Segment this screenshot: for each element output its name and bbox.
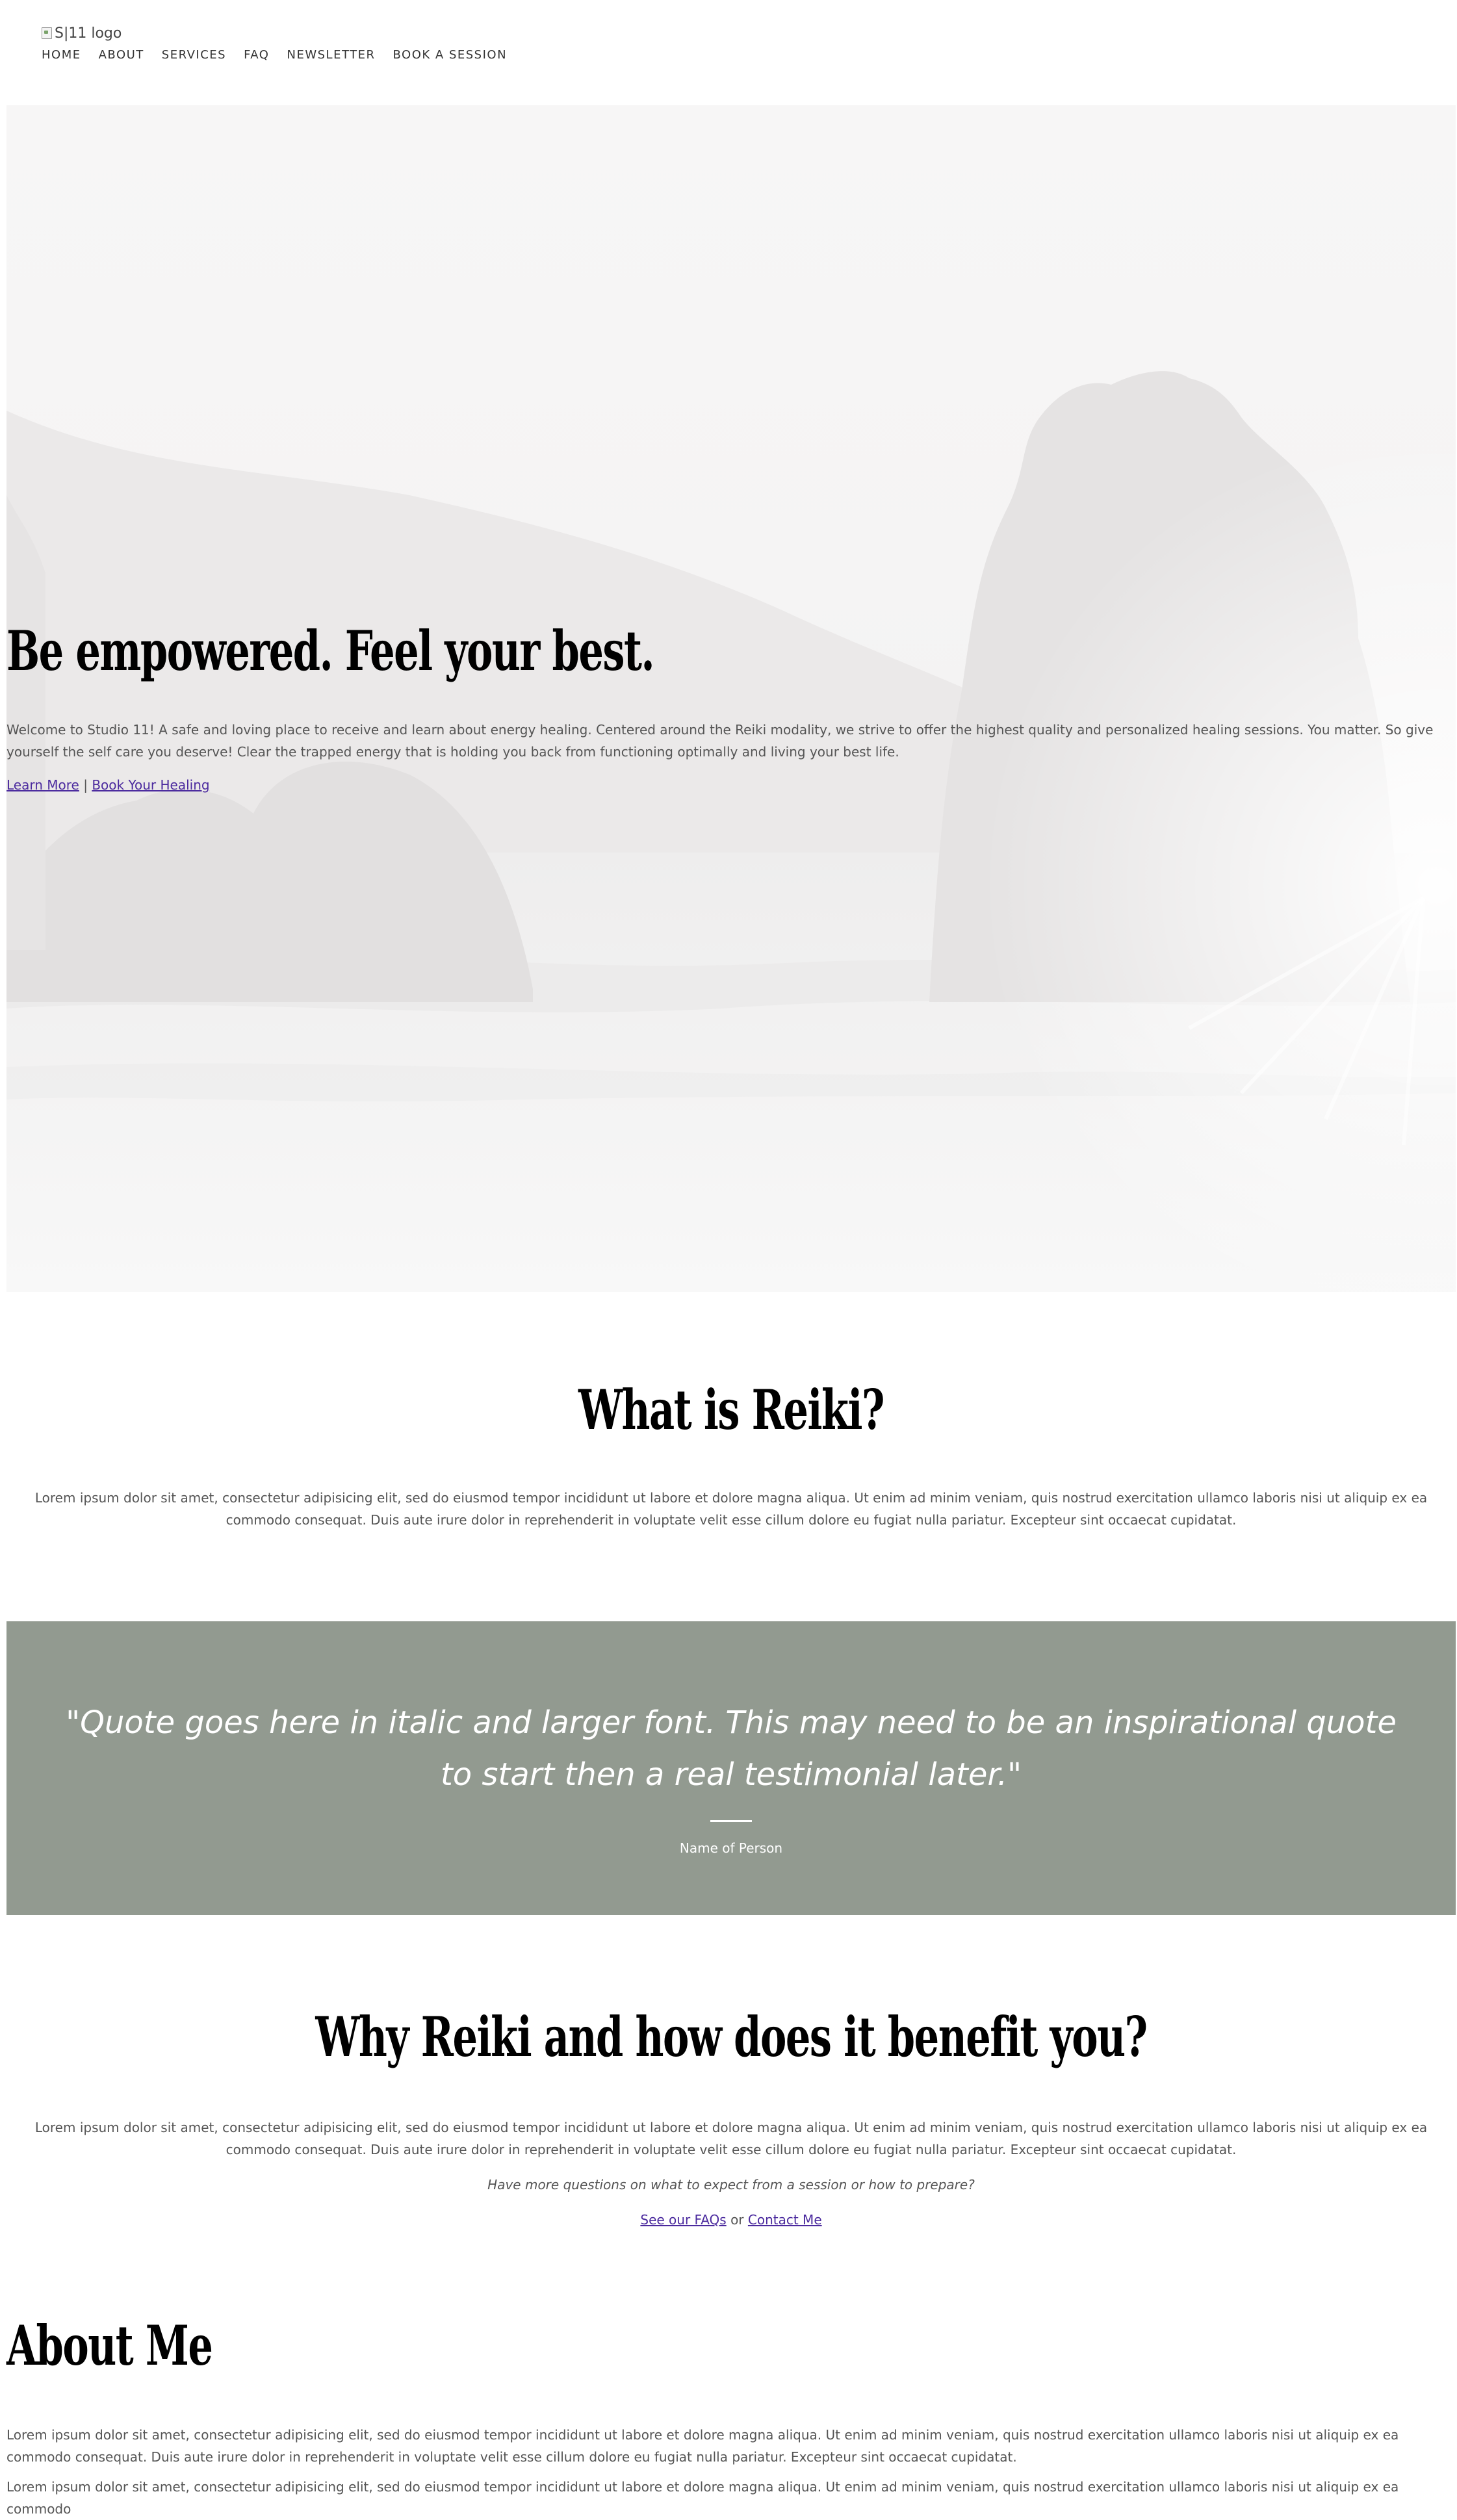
faq-contact-links: See our FAQs or Contact Me — [6, 2209, 1456, 2231]
nav-services[interactable]: SERVICES — [162, 48, 226, 62]
what-is-reiki-text: Lorem ipsum dolor sit amet, consectetur … — [34, 1490, 1428, 1528]
nav-faq[interactable]: FAQ — [244, 48, 269, 62]
why-reiki-heading: Why Reiki and how does it benefit you? — [315, 2005, 1148, 2069]
learn-more-link[interactable]: Learn More — [6, 777, 79, 793]
nav-about[interactable]: ABOUT — [99, 48, 144, 62]
why-reiki-section: Why Reiki and how does it benefit you? L… — [6, 1998, 1456, 2231]
about-me-heading: About Me — [6, 2313, 213, 2378]
contact-me-link[interactable]: Contact Me — [748, 2212, 822, 2228]
site-header: S|11 logo HOME ABOUT SERVICES FAQ NEWSLE… — [42, 23, 507, 62]
broken-image-icon — [42, 27, 52, 39]
page: S|11 logo HOME ABOUT SERVICES FAQ NEWSLE… — [0, 0, 1457, 2517]
main-nav: HOME ABOUT SERVICES FAQ NEWSLETTER BOOK … — [42, 48, 507, 62]
about-me-section: About Me Lorem ipsum dolor sit amet, con… — [6, 2307, 1456, 2520]
quote-text: "Quote goes here in italic and larger fo… — [66, 1704, 1397, 1793]
about-paragraph: Lorem ipsum dolor sit amet, consectetur … — [6, 2479, 1399, 2517]
testimonial-quote-band: "Quote goes here in italic and larger fo… — [6, 1621, 1456, 1915]
about-paragraph: Lorem ipsum dolor sit amet, consectetur … — [6, 2427, 1399, 2465]
nav-book-a-session[interactable]: BOOK A SESSION — [393, 48, 508, 62]
why-reiki-text: Lorem ipsum dolor sit amet, consectetur … — [34, 2120, 1428, 2157]
link-separator: | — [83, 777, 88, 793]
hero-links: Learn More | Book Your Healing — [6, 777, 1456, 793]
site-logo[interactable]: S|11 logo — [42, 23, 507, 43]
quote-author: Name of Person — [679, 1840, 783, 1856]
questions-prompt: Have more questions on what to expect fr… — [487, 2177, 975, 2192]
nav-home[interactable]: HOME — [42, 48, 81, 62]
book-your-healing-link[interactable]: Book Your Healing — [92, 777, 209, 793]
see-faqs-link[interactable]: See our FAQs — [640, 2212, 726, 2228]
quote-divider — [710, 1820, 752, 1822]
hero-title: Be empowered. Feel your best. — [6, 619, 655, 683]
hero-content: Be empowered. Feel your best. Welcome to… — [6, 612, 1456, 793]
logo-alt-text: S|11 logo — [55, 25, 122, 42]
what-is-reiki-heading: What is Reiki? — [578, 1378, 884, 1442]
hero-section: Be empowered. Feel your best. Welcome to… — [6, 105, 1456, 1292]
nav-newsletter[interactable]: NEWSLETTER — [287, 48, 375, 62]
hero-intro-text: Welcome to Studio 11! A safe and loving … — [6, 722, 1434, 760]
or-text: or — [730, 2212, 744, 2228]
what-is-reiki-section: What is Reiki? Lorem ipsum dolor sit ame… — [6, 1371, 1456, 1531]
